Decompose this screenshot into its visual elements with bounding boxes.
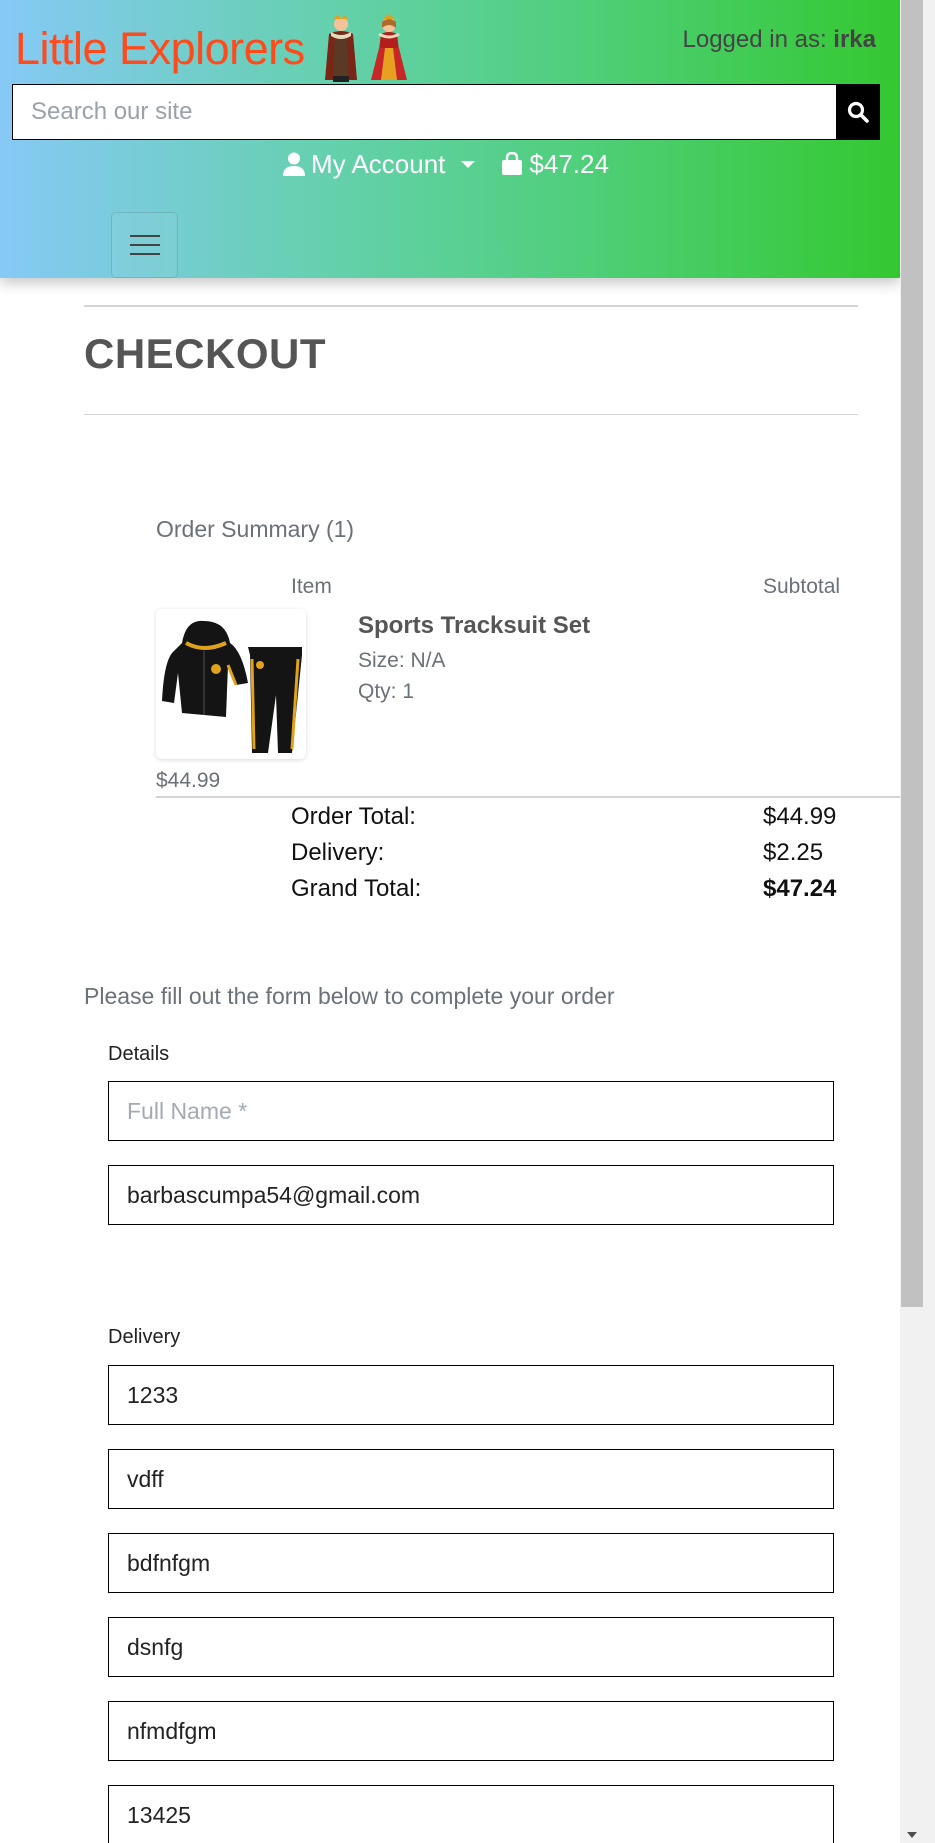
divider bbox=[84, 305, 858, 307]
postcode-input[interactable] bbox=[108, 1785, 834, 1843]
site-header: Little Explorers Logged in as: irka Sear… bbox=[0, 0, 900, 278]
full-name-input[interactable] bbox=[108, 1081, 834, 1141]
column-header-item: Item bbox=[291, 575, 332, 598]
order-total-value: $44.99 bbox=[763, 803, 837, 830]
my-account-label[interactable]: My Account bbox=[311, 149, 445, 180]
search-button[interactable] bbox=[836, 84, 880, 140]
form-instructions: Please fill out the form below to comple… bbox=[84, 983, 615, 1009]
grand-total-value: $47.24 bbox=[763, 875, 837, 902]
details-legend: Details bbox=[108, 1043, 170, 1065]
delivery-value: $2.25 bbox=[763, 839, 824, 866]
hamburger-icon-line bbox=[129, 235, 160, 237]
logged-in-prefix: Logged in as: bbox=[682, 26, 827, 53]
username: irka bbox=[833, 26, 876, 53]
user-icon bbox=[283, 152, 305, 176]
royal-figures-icon bbox=[319, 14, 411, 84]
divider bbox=[84, 414, 858, 415]
hamburger-icon-line bbox=[129, 244, 160, 246]
product-image bbox=[156, 609, 306, 759]
chevron-down-icon bbox=[461, 160, 476, 168]
town-city-input[interactable] bbox=[108, 1617, 834, 1677]
divider bbox=[156, 796, 900, 798]
product-name: Sports Tracksuit Set bbox=[358, 612, 591, 639]
county-input[interactable] bbox=[108, 1701, 834, 1761]
phone-number-input[interactable] bbox=[108, 1365, 834, 1425]
column-header-subtotal: Subtotal bbox=[763, 575, 841, 598]
my-account-dropdown[interactable]: My Account bbox=[283, 149, 476, 180]
order-summary-heading: Order Summary (1) bbox=[156, 516, 355, 542]
delivery-legend: Delivery bbox=[108, 1326, 181, 1348]
search-form bbox=[12, 84, 880, 140]
hamburger-icon-line bbox=[129, 253, 160, 255]
header-nav: My Account $47.24 bbox=[283, 146, 609, 182]
shopping-bag-icon bbox=[502, 152, 523, 175]
order-total-label: Order Total: bbox=[291, 803, 416, 830]
scrollbar-thumb[interactable] bbox=[901, 0, 923, 1307]
delivery-label: Delivery: bbox=[291, 839, 385, 866]
search-input[interactable] bbox=[12, 84, 836, 140]
shopping-bag-link[interactable]: $47.24 bbox=[501, 149, 609, 180]
street-address2-input[interactable] bbox=[108, 1533, 834, 1593]
logged-in-status: Logged in as: irka bbox=[683, 26, 877, 54]
product-quantity: Qty: 1 bbox=[358, 680, 415, 703]
product-size: Size: N/A bbox=[358, 649, 446, 672]
page-title: CHECKOUT bbox=[84, 330, 326, 377]
email-input[interactable] bbox=[108, 1165, 834, 1225]
brand-name[interactable]: Little Explorers bbox=[15, 23, 305, 75]
street-address1-input[interactable] bbox=[108, 1449, 834, 1509]
grand-total-label: Grand Total: bbox=[291, 875, 422, 902]
bag-total[interactable]: $47.24 bbox=[529, 149, 609, 180]
scroll-down-arrow-icon[interactable] bbox=[902, 1828, 922, 1842]
search-icon bbox=[847, 101, 869, 123]
menu-toggle-button[interactable] bbox=[111, 212, 178, 278]
product-subtotal: $44.99 bbox=[156, 769, 221, 792]
brand-logo[interactable]: Little Explorers bbox=[15, 14, 411, 84]
